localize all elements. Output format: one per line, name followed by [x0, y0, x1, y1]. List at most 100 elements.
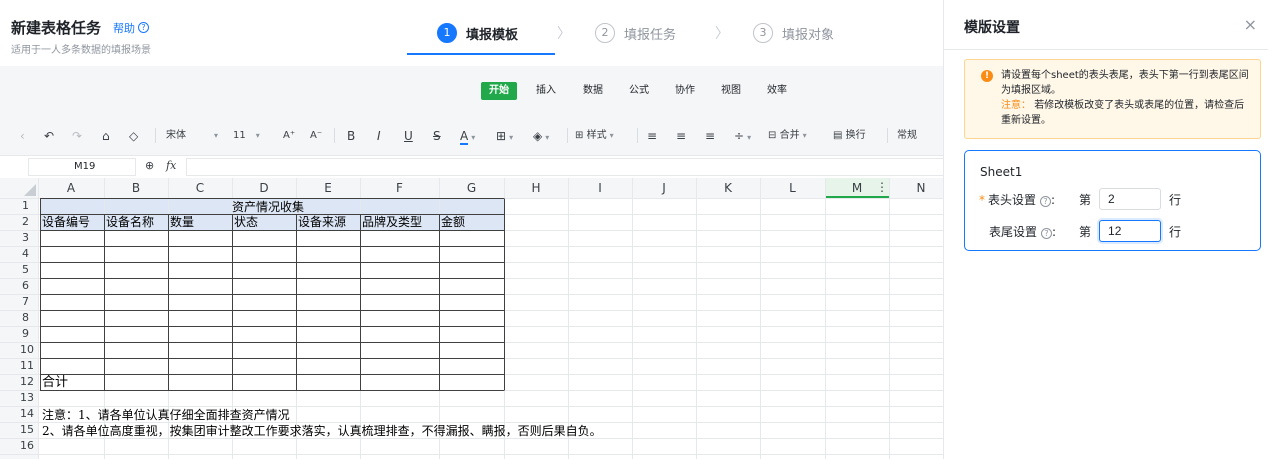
- caret-down-icon[interactable]: ▾: [256, 131, 260, 140]
- grow-font-button[interactable]: A⁺: [283, 127, 295, 145]
- align-center-icon[interactable]: ≡: [676, 127, 686, 145]
- column-header[interactable]: G: [439, 178, 504, 198]
- column-header[interactable]: L: [760, 178, 825, 198]
- merge-button[interactable]: ⊟ 合并 ▾: [768, 127, 807, 145]
- style-label[interactable]: 样式: [587, 130, 607, 141]
- row-header[interactable]: 15: [0, 422, 38, 438]
- undo-icon[interactable]: ↶: [44, 127, 54, 145]
- italic-button[interactable]: I: [377, 127, 381, 145]
- column-header[interactable]: D: [232, 178, 296, 198]
- row-header[interactable]: 1: [0, 198, 38, 214]
- fill-bucket-icon[interactable]: ◈: [533, 129, 542, 143]
- note-line-2-cell[interactable]: 2、请各单位高度重视，按集团审计整改工作要求落实，认真梳理排查，不得漏报、瞒报，…: [42, 423, 602, 439]
- row-header[interactable]: 3: [0, 230, 38, 246]
- column-header[interactable]: E: [296, 178, 360, 198]
- column-header[interactable]: F: [360, 178, 439, 198]
- row-header[interactable]: 6: [0, 278, 38, 294]
- sheet-title-cell[interactable]: 资产情况收集: [232, 199, 304, 215]
- row-header[interactable]: 8: [0, 310, 38, 326]
- font-color-glyph[interactable]: A: [460, 129, 469, 145]
- caret-down-icon[interactable]: ▾: [747, 133, 751, 142]
- caret-down-icon[interactable]: ▾: [471, 133, 475, 142]
- row-header[interactable]: 16: [0, 438, 38, 454]
- step-fill-template[interactable]: 1 填报模板: [437, 23, 518, 43]
- font-family-select[interactable]: 宋体 ▾: [166, 127, 218, 145]
- wrap-text-icon[interactable]: ▤: [833, 130, 842, 141]
- caret-down-icon[interactable]: ▾: [803, 131, 807, 140]
- caret-down-icon[interactable]: ▾: [610, 131, 614, 140]
- tab-insert[interactable]: 插入: [536, 82, 556, 100]
- table-header-cell[interactable]: 数量: [170, 214, 194, 230]
- row-header[interactable]: 5: [0, 262, 38, 278]
- help-icon[interactable]: ?: [138, 22, 150, 33]
- help-link[interactable]: 帮助 ?: [113, 20, 150, 36]
- merge-label[interactable]: 合并: [780, 130, 800, 141]
- tab-collaborate[interactable]: 协作: [675, 82, 695, 100]
- tab-data[interactable]: 数据: [583, 82, 603, 100]
- font-size-select[interactable]: 11 ▾: [233, 127, 260, 145]
- note-line-1-cell[interactable]: 注意：1、请各单位认真仔细全面排查资产情况: [42, 407, 290, 423]
- spreadsheet-grid[interactable]: ABCDEFGHIJKLMN 1 2 3 4 5 6 7 8 9 10 11 12 13 14 15 16 ⋮…: [0, 178, 943, 459]
- row-header[interactable]: 12: [0, 374, 38, 390]
- table-header-cell[interactable]: 品牌及类型: [362, 214, 422, 230]
- table-header-cell[interactable]: 状态: [234, 214, 258, 230]
- table-header-cell[interactable]: 设备编号: [42, 214, 90, 230]
- row-header[interactable]: 9: [0, 326, 38, 342]
- step-fill-target[interactable]: 3 填报对象: [753, 23, 834, 43]
- borders-button[interactable]: ⊞ ▾: [496, 127, 513, 145]
- tab-view[interactable]: 视图: [721, 82, 741, 100]
- function-icon[interactable]: fx: [166, 159, 176, 172]
- font-color-button[interactable]: A ▾: [460, 127, 475, 145]
- column-header[interactable]: H: [504, 178, 568, 198]
- column-header[interactable]: B: [104, 178, 168, 198]
- align-left-icon[interactable]: ≡: [647, 127, 657, 145]
- help-icon[interactable]: ?: [1040, 195, 1052, 207]
- close-icon[interactable]: ×: [1244, 15, 1257, 34]
- strikethrough-button[interactable]: S: [433, 127, 441, 145]
- wrap-text-button[interactable]: ▤ 换行: [833, 127, 866, 145]
- redo-icon[interactable]: ↷: [72, 127, 82, 145]
- row-header[interactable]: 7: [0, 294, 38, 310]
- tab-start[interactable]: 开始: [481, 82, 517, 100]
- footer-row-input[interactable]: [1099, 220, 1162, 242]
- style-button[interactable]: ⊞ 样式 ▾: [575, 127, 614, 145]
- align-right-icon[interactable]: ≡: [705, 127, 715, 145]
- caret-down-icon[interactable]: ▾: [509, 133, 513, 142]
- wrap-label[interactable]: 换行: [846, 130, 866, 141]
- tab-efficiency[interactable]: 效率: [767, 82, 787, 100]
- fill-color-button[interactable]: ◈ ▾: [533, 127, 549, 145]
- row-header[interactable]: 13: [0, 390, 38, 406]
- caret-down-icon[interactable]: ▾: [214, 131, 218, 140]
- row-header[interactable]: 14: [0, 406, 38, 422]
- column-header[interactable]: K: [696, 178, 760, 198]
- number-format-select[interactable]: 常规: [897, 127, 917, 145]
- column-header[interactable]: I: [568, 178, 632, 198]
- help-label[interactable]: 帮助: [113, 20, 135, 36]
- clear-format-icon[interactable]: ◇: [129, 127, 138, 145]
- border-grid-icon[interactable]: ⊞: [496, 129, 506, 143]
- table-header-cell[interactable]: 设备来源: [298, 214, 346, 230]
- row-header[interactable]: 10: [0, 342, 38, 358]
- scroll-left-icon[interactable]: ‹: [20, 127, 25, 145]
- row-header[interactable]: 11: [0, 358, 38, 374]
- format-painter-icon[interactable]: ⌂: [102, 127, 110, 145]
- column-header[interactable]: A: [38, 178, 104, 198]
- tab-formula[interactable]: 公式: [629, 82, 649, 100]
- row-header[interactable]: 4: [0, 246, 38, 262]
- cell-reference-box[interactable]: M19: [28, 158, 136, 176]
- help-icon[interactable]: ?: [1041, 227, 1053, 239]
- header-row-input[interactable]: [1099, 188, 1162, 210]
- zoom-search-icon[interactable]: ⊕: [145, 159, 154, 172]
- font-family-value[interactable]: 宋体: [166, 130, 186, 141]
- column-header[interactable]: C: [168, 178, 232, 198]
- font-size-value[interactable]: 11: [233, 130, 246, 141]
- caret-down-icon[interactable]: ▾: [545, 133, 549, 142]
- bold-button[interactable]: B: [347, 127, 355, 145]
- total-label-cell[interactable]: 合计: [42, 375, 68, 391]
- column-header[interactable]: N: [889, 178, 943, 198]
- table-header-cell[interactable]: 设备名称: [106, 214, 154, 230]
- table-style-icon[interactable]: ⊞: [575, 130, 583, 141]
- vertical-align-icon[interactable]: ÷: [734, 129, 744, 143]
- table-header-cell[interactable]: 金额: [441, 214, 465, 230]
- formula-input[interactable]: [186, 158, 943, 176]
